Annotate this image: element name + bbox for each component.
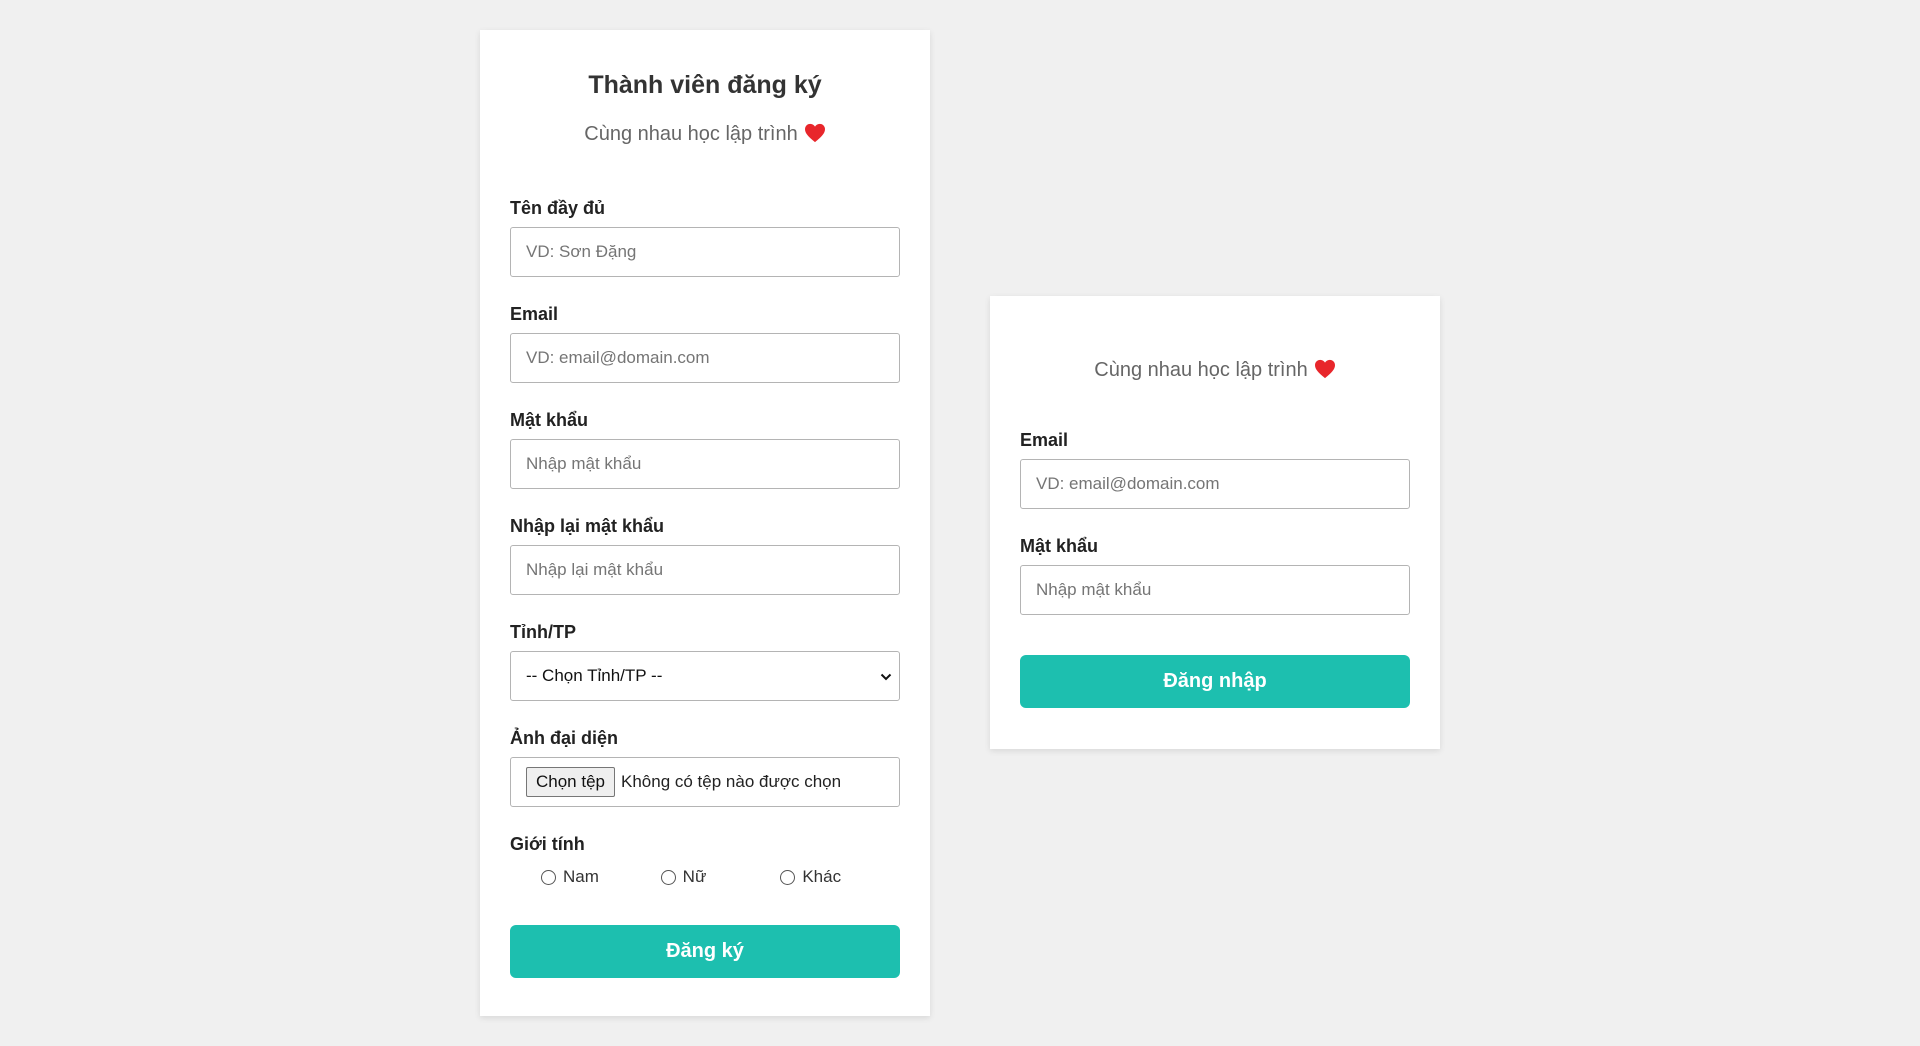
file-status-text: Không có tệp nào được chọn (621, 772, 842, 791)
choose-file-button[interactable]: Chọn tệp (526, 767, 615, 797)
register-description-text: Cùng nhau học lập trình (584, 123, 798, 145)
register-title: Thành viên đăng ký (588, 71, 822, 99)
fullname-label: Tên đầy đủ (510, 198, 606, 218)
gender-option-label: Nam (563, 867, 599, 886)
chevron-down-icon (880, 673, 892, 681)
register-password-group: Mật khẩu (510, 409, 900, 489)
password-confirm-label: Nhập lại mật khẩu (510, 516, 665, 536)
gender-group: Giới tính Nam Nữ Khác (510, 833, 900, 887)
login-password-input[interactable] (1020, 565, 1410, 615)
heart-icon (804, 123, 825, 143)
radio-button[interactable] (660, 869, 676, 885)
login-email-input[interactable] (1020, 459, 1410, 509)
radio-button[interactable] (780, 869, 796, 885)
gender-option-label: Nữ (682, 867, 707, 886)
register-description: Cùng nhau học lập trình (510, 120, 900, 148)
avatar-group: Ảnh đại diện Chọn tệp Không có tệp nào đ… (510, 727, 900, 807)
avatar-file-input: Chọn tệp Không có tệp nào được chọn (510, 757, 900, 807)
gender-option-nam[interactable]: Nam (541, 867, 661, 887)
register-button[interactable]: Đăng ký (510, 925, 900, 978)
login-password-label: Mật khẩu (1020, 536, 1099, 556)
gender-option-khac[interactable]: Khác (780, 867, 900, 887)
province-select[interactable]: -- Chọn Tỉnh/TP -- (510, 651, 900, 701)
avatar-label: Ảnh đại diện (510, 728, 618, 748)
login-description-text: Cùng nhau học lập trình (1094, 359, 1308, 381)
province-group: Tỉnh/TP -- Chọn Tỉnh/TP -- (510, 621, 900, 701)
gender-option-nu[interactable]: Nữ (660, 867, 781, 887)
province-label: Tỉnh/TP (510, 622, 576, 642)
login-button[interactable]: Đăng nhập (1020, 655, 1410, 708)
fullname-input[interactable] (510, 227, 900, 277)
login-email-group: Email (1020, 429, 1410, 509)
password-confirm-input[interactable] (510, 545, 900, 595)
heart-icon (1314, 359, 1335, 379)
register-email-group: Email (510, 303, 900, 383)
gender-options: Nam Nữ Khác (510, 867, 900, 887)
register-password-label: Mật khẩu (510, 410, 589, 430)
login-password-group: Mật khẩu (1020, 535, 1410, 615)
login-description: Cùng nhau học lập trình (1020, 296, 1410, 384)
login-form-card: Cùng nhau học lập trình Email Mật khẩu Đ… (990, 296, 1440, 749)
login-email-label: Email (1020, 430, 1069, 450)
password-confirm-group: Nhập lại mật khẩu (510, 515, 900, 595)
register-form-card: Thành viên đăng ký Cùng nhau học lập trì… (480, 30, 930, 1016)
register-email-input[interactable] (510, 333, 900, 383)
province-select-value: -- Chọn Tỉnh/TP -- (526, 666, 663, 685)
gender-label: Giới tính (510, 834, 585, 854)
register-email-label: Email (510, 304, 559, 324)
fullname-group: Tên đầy đủ (510, 197, 900, 277)
gender-option-label: Khác (802, 867, 842, 886)
register-password-input[interactable] (510, 439, 900, 489)
radio-button[interactable] (541, 869, 556, 885)
